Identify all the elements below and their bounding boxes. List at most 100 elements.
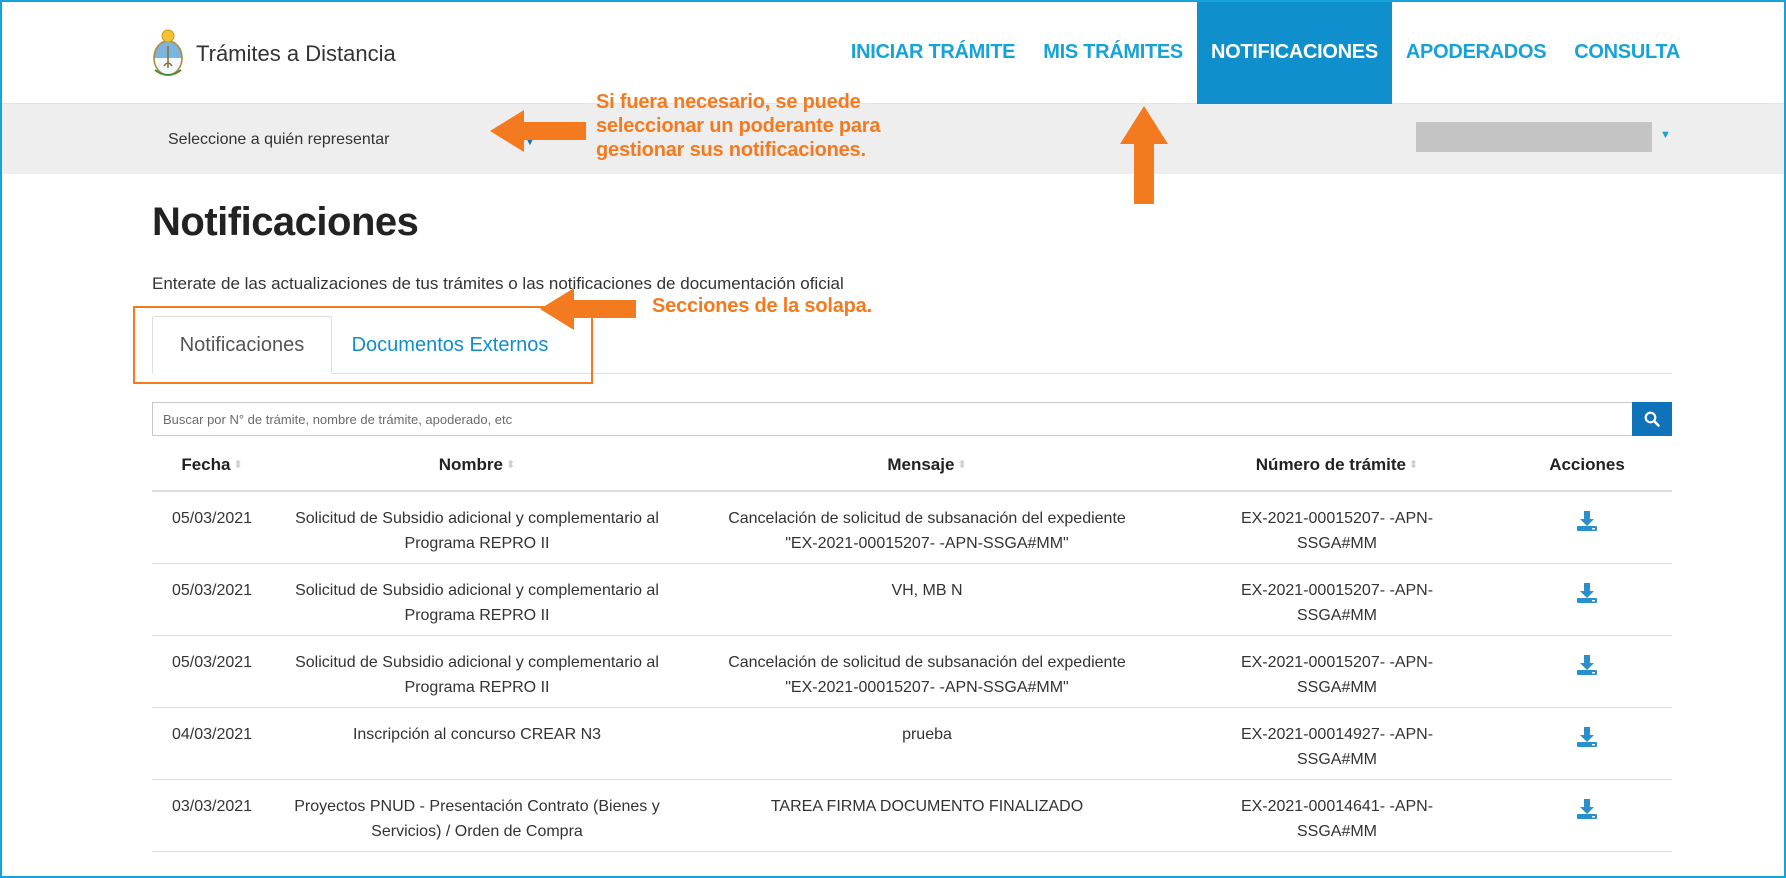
- cell-line: Programa REPRO II: [404, 535, 550, 552]
- table-row: 05/03/2021 Solicitud de Subsidio adicion…: [152, 564, 1672, 636]
- cell-acciones: [1502, 636, 1672, 685]
- cell-mensaje: Cancelación de solicitud de subsanación …: [682, 492, 1172, 556]
- sort-icon[interactable]: ⬍: [957, 459, 966, 471]
- table-header: Fecha ⬍ Nombre ⬍ Mensaje ⬍ Número de trámit…: [152, 440, 1672, 492]
- annotation-representation-note: Si fuera necesario, se puede seleccionar…: [596, 90, 881, 162]
- cell-numero: EX-2021-00015207- -APN- SSGA#MM: [1172, 492, 1502, 556]
- cell-line: SSGA#MM: [1296, 823, 1377, 840]
- cell-line: Solicitud de Subsidio adicional y comple…: [295, 582, 659, 599]
- sort-icon[interactable]: ⬍: [233, 459, 242, 471]
- nav-consulta[interactable]: CONSULTA: [1560, 0, 1694, 104]
- notifications-table: Fecha ⬍ Nombre ⬍ Mensaje ⬍ Número de trámit…: [152, 440, 1672, 852]
- top-navbar: Trámites a Distancia INICIAR TRÁMITE MIS…: [0, 0, 1786, 104]
- cell-acciones: [1502, 780, 1672, 829]
- cell-numero: EX-2021-00015207- -APN- SSGA#MM: [1172, 636, 1502, 700]
- page-subtitle: Enterate de las actualizaciones de tus t…: [152, 274, 844, 293]
- representation-bar: Seleccione a quién representar ▼ ▼: [0, 104, 1786, 174]
- sort-icon[interactable]: ⬍: [1409, 459, 1418, 471]
- cell-line: TAREA FIRMA DOCUMENTO FINALIZADO: [770, 798, 1084, 815]
- cell-line: EX-2021-00015207- -APN-: [1240, 582, 1434, 599]
- cell-line: Cancelación de solicitud de subsanación …: [728, 654, 1126, 671]
- annotation-tabs-note: Secciones de la solapa.: [652, 295, 872, 317]
- cell-fecha: 05/03/2021: [171, 654, 253, 671]
- cell-line: Programa REPRO II: [404, 679, 550, 696]
- cell-line: EX-2021-00014641- -APN-: [1240, 798, 1434, 815]
- download-icon[interactable]: [1575, 725, 1599, 749]
- header-mensaje[interactable]: Mensaje ⬍: [682, 455, 1172, 475]
- cell-numero: EX-2021-00015207- -APN- SSGA#MM: [1172, 564, 1502, 628]
- search-icon: [1644, 411, 1660, 427]
- cell-line: EX-2021-00014927- -APN-: [1240, 726, 1434, 743]
- header-label: Nombre: [438, 455, 503, 474]
- table-row: 03/03/2021 Proyectos PNUD - Presentación…: [152, 780, 1672, 852]
- user-menu-caret-icon[interactable]: ▼: [1660, 129, 1671, 141]
- main-nav: INICIAR TRÁMITE MIS TRÁMITES NOTIFICACIO…: [837, 0, 1786, 104]
- header-numero-tramite[interactable]: Número de trámite ⬍: [1172, 455, 1502, 475]
- cell-line: Cancelación de solicitud de subsanación …: [728, 510, 1126, 527]
- table-row: 05/03/2021 Solicitud de Subsidio adicion…: [152, 636, 1672, 708]
- cell-line: prueba: [902, 726, 952, 743]
- cell-numero: EX-2021-00014641- -APN- SSGA#MM: [1172, 780, 1502, 844]
- argentina-seal-icon: [153, 29, 183, 76]
- cell-line: Proyectos PNUD - Presentación Contrato (…: [294, 798, 660, 815]
- cell-line: "EX-2021-00015207- -APN-SSGA#MM": [785, 679, 1069, 696]
- download-icon[interactable]: [1575, 509, 1599, 533]
- download-icon[interactable]: [1575, 581, 1599, 605]
- nav-notificaciones[interactable]: NOTIFICACIONES: [1196, 0, 1392, 104]
- download-icon[interactable]: [1575, 797, 1599, 821]
- cell-line: "EX-2021-00015207- -APN-SSGA#MM": [785, 535, 1069, 552]
- cell-line: Servicios) / Orden de Compra: [371, 823, 583, 840]
- cell-line: EX-2021-00015207- -APN-: [1240, 510, 1434, 527]
- header-label: Número de trámite: [1255, 455, 1406, 474]
- cell-line: SSGA#MM: [1296, 679, 1377, 696]
- annotation-line: gestionar sus notificaciones.: [596, 139, 866, 161]
- search-input[interactable]: [152, 402, 1632, 436]
- logo[interactable]: Trámites a Distancia: [150, 28, 396, 80]
- sort-icon[interactable]: ⬍: [506, 459, 515, 471]
- search-bar: [152, 402, 1672, 436]
- annotation-arrow-left-icon: [490, 110, 586, 152]
- header-fecha[interactable]: Fecha ⬍: [152, 455, 272, 475]
- cell-numero: EX-2021-00014927- -APN- SSGA#MM: [1172, 708, 1502, 772]
- cell-mensaje: Cancelación de solicitud de subsanación …: [682, 636, 1172, 700]
- cell-nombre: Solicitud de Subsidio adicional y comple…: [272, 636, 682, 700]
- table-row: 05/03/2021 Solicitud de Subsidio adicion…: [152, 492, 1672, 564]
- download-icon[interactable]: [1575, 653, 1599, 677]
- header-label: Mensaje: [887, 455, 955, 474]
- cell-mensaje: VH, MB N: [682, 564, 1172, 603]
- cell-line: Solicitud de Subsidio adicional y comple…: [295, 654, 659, 671]
- annotation-tabs-highlight: [133, 306, 593, 384]
- cell-nombre: Inscripción al concurso CREAR N3: [272, 708, 682, 747]
- representation-select-label[interactable]: Seleccione a quién representar: [168, 131, 389, 149]
- cell-line: SSGA#MM: [1296, 607, 1377, 624]
- cell-acciones: [1502, 492, 1672, 541]
- cell-line: SSGA#MM: [1296, 751, 1377, 768]
- cell-fecha: 03/03/2021: [171, 798, 253, 815]
- header-nombre[interactable]: Nombre ⬍: [272, 455, 682, 475]
- annotation-line: seleccionar un poderante para: [596, 115, 881, 137]
- nav-apoderados[interactable]: APODERADOS: [1392, 0, 1560, 104]
- user-menu[interactable]: [1416, 122, 1652, 152]
- nav-iniciar-tramite[interactable]: INICIAR TRÁMITE: [837, 0, 1029, 104]
- table-row: 04/03/2021 Inscripción al concurso CREAR…: [152, 708, 1672, 780]
- cell-mensaje: TAREA FIRMA DOCUMENTO FINALIZADO: [682, 780, 1172, 819]
- page-title: Notificaciones: [152, 200, 419, 244]
- cell-line: SSGA#MM: [1296, 535, 1377, 552]
- annotation-arrow-left-icon: [540, 288, 636, 330]
- annotation-arrow-up-icon: [1120, 106, 1168, 204]
- cell-fecha: 04/03/2021: [171, 726, 253, 743]
- cell-line: VH, MB N: [891, 582, 963, 599]
- cell-line: Solicitud de Subsidio adicional y comple…: [295, 510, 659, 527]
- cell-acciones: [1502, 564, 1672, 613]
- app-title: Trámites a Distancia: [196, 41, 396, 66]
- cell-acciones: [1502, 708, 1672, 757]
- cell-nombre: Solicitud de Subsidio adicional y comple…: [272, 492, 682, 556]
- nav-mis-tramites[interactable]: MIS TRÁMITES: [1029, 0, 1197, 104]
- search-button[interactable]: [1632, 402, 1672, 436]
- cell-nombre: Solicitud de Subsidio adicional y comple…: [272, 564, 682, 628]
- cell-fecha: 05/03/2021: [171, 510, 253, 527]
- annotation-line: Si fuera necesario, se puede: [596, 91, 861, 113]
- cell-line: Inscripción al concurso CREAR N3: [352, 726, 602, 743]
- header-label: Fecha: [181, 455, 231, 474]
